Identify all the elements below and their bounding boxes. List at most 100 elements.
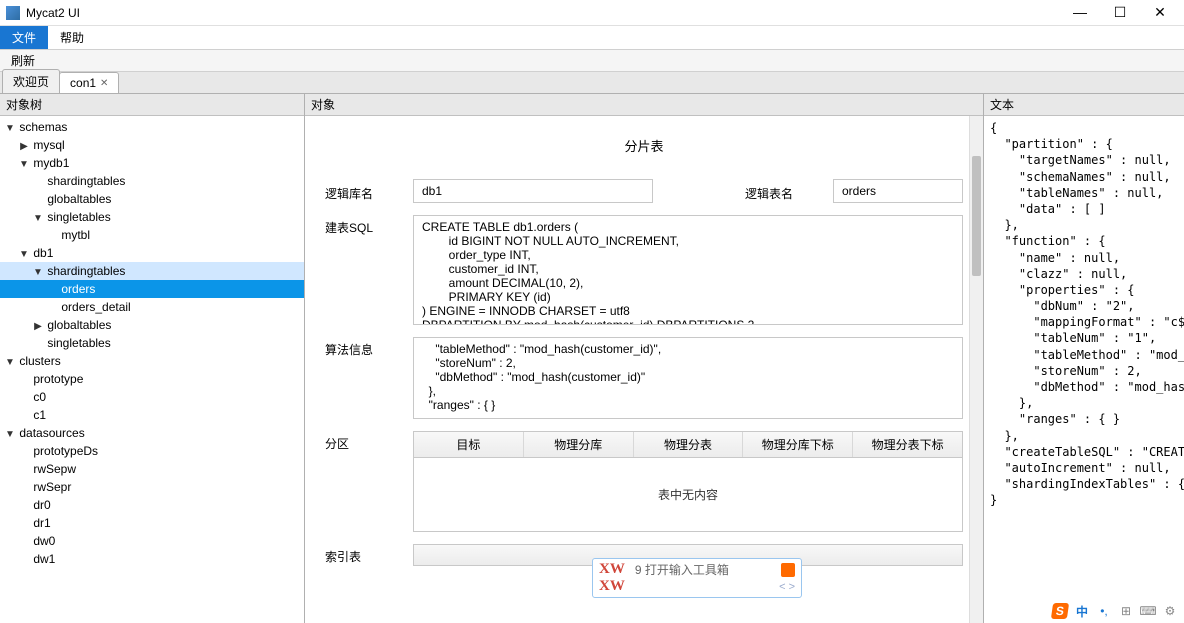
- tree-item-singletables[interactable]: ▼ singletables: [0, 208, 304, 226]
- tree-item-dw1[interactable]: dw1: [0, 550, 304, 568]
- tree-toggle-icon[interactable]: ▼: [4, 357, 16, 368]
- system-tray: S 中 •, ⊞ ⌨ ⚙: [1052, 603, 1178, 619]
- object-panel: 对象 分片表 逻辑库名 逻辑表名 建表SQL: [305, 94, 984, 623]
- tree-item-schemas[interactable]: ▼ schemas: [0, 118, 304, 136]
- th-db: 物理分库: [524, 432, 634, 457]
- th-table: 物理分表: [634, 432, 744, 457]
- tab-label: 欢迎页: [13, 73, 49, 90]
- tree-item-label: shardingtables: [47, 264, 125, 278]
- th-table-idx: 物理分表下标: [853, 432, 962, 457]
- tree-item-dw0[interactable]: dw0: [0, 532, 304, 550]
- tree-toggle-icon[interactable]: ▼: [4, 123, 16, 134]
- tree-item-label: mysql: [33, 138, 64, 152]
- tree-toggle-icon[interactable]: ▶: [18, 141, 30, 152]
- tree-item-rwSepw[interactable]: rwSepw: [0, 460, 304, 478]
- window-title: Mycat2 UI: [26, 6, 1070, 20]
- tree-item-label: orders_detail: [61, 300, 130, 314]
- tree-toggle-icon[interactable]: ▶: [32, 321, 44, 332]
- text-content[interactable]: { "partition" : { "targetNames" : null, …: [984, 116, 1184, 623]
- minimize-button[interactable]: —: [1070, 4, 1090, 21]
- tab-label: con1: [70, 76, 96, 90]
- textarea-create-sql[interactable]: [413, 215, 963, 325]
- ime-popup: XW 9 打开输入工具箱 XW < >: [592, 558, 802, 598]
- label-create-sql: 建表SQL: [325, 215, 395, 236]
- tree-item-prototype[interactable]: prototype: [0, 370, 304, 388]
- tab-welcome[interactable]: 欢迎页: [2, 69, 60, 93]
- maximize-button[interactable]: ☐: [1110, 4, 1130, 21]
- window-titlebar: Mycat2 UI — ☐ ✕: [0, 0, 1184, 26]
- scroll-thumb[interactable]: [972, 156, 981, 276]
- menu-help[interactable]: 帮助: [48, 26, 96, 49]
- tree-item-label: dr0: [33, 498, 50, 512]
- tree-panel-header: 对象树: [0, 94, 304, 116]
- tree-item-datasources[interactable]: ▼ datasources: [0, 424, 304, 442]
- tray-keyboard-icon[interactable]: ⌨: [1140, 603, 1156, 619]
- ime-hint: 9 打开输入工具箱: [635, 561, 729, 578]
- tree-item-shardingtables[interactable]: ▼ shardingtables: [0, 262, 304, 280]
- ime-nav[interactable]: < >: [779, 581, 795, 593]
- partition-table-empty: 表中无内容: [413, 458, 963, 532]
- tree-item-label: c1: [33, 408, 46, 422]
- tree-item-globaltables[interactable]: globaltables: [0, 190, 304, 208]
- ime-zhong-icon[interactable]: 中: [1074, 603, 1090, 619]
- tray-dots-icon[interactable]: •,: [1096, 603, 1112, 619]
- tree-toggle-icon[interactable]: ▼: [4, 429, 16, 440]
- tree-toggle-icon[interactable]: ▼: [32, 267, 44, 278]
- tree-item-label: schemas: [19, 120, 67, 134]
- label-index-table: 索引表: [325, 544, 395, 565]
- close-button[interactable]: ✕: [1150, 4, 1170, 21]
- tabbar: 欢迎页 con1 ✕: [0, 72, 1184, 94]
- tree-item-label: c0: [33, 390, 46, 404]
- tree-item-c0[interactable]: c0: [0, 388, 304, 406]
- tree-item-mysql[interactable]: ▶ mysql: [0, 136, 304, 154]
- input-table[interactable]: [833, 179, 963, 203]
- tree-item-db1[interactable]: ▼ db1: [0, 244, 304, 262]
- tree-item-mydb1[interactable]: ▼ mydb1: [0, 154, 304, 172]
- tree-item-label: singletables: [47, 336, 110, 350]
- tree-item-label: dw0: [33, 534, 55, 548]
- label-schema: 逻辑库名: [325, 181, 395, 202]
- tree-item-clusters[interactable]: ▼ clusters: [0, 352, 304, 370]
- tree-item-label: dw1: [33, 552, 55, 566]
- tree-item-label: prototype: [33, 372, 83, 386]
- input-schema[interactable]: [413, 179, 653, 203]
- center-scrollbar[interactable]: [969, 116, 983, 623]
- tree-item-orders[interactable]: orders: [0, 280, 304, 298]
- form-title: 分片表: [305, 116, 983, 173]
- ime-logo-icon: [781, 563, 795, 577]
- tree-toggle-icon[interactable]: ▼: [18, 249, 30, 260]
- tree-item-globaltables[interactable]: ▶ globaltables: [0, 316, 304, 334]
- textarea-algo[interactable]: [413, 337, 963, 419]
- tree-item-label: globaltables: [47, 192, 111, 206]
- toolbar: 刷新: [0, 50, 1184, 72]
- tree-item-label: shardingtables: [47, 174, 125, 188]
- object-tree[interactable]: ▼ schemas▶ mysql▼ mydb1 shardingtables g…: [0, 116, 304, 623]
- tree-toggle-icon[interactable]: ▼: [18, 159, 30, 170]
- ime-candidate[interactable]: XW: [599, 578, 625, 595]
- tree-item-dr0[interactable]: dr0: [0, 496, 304, 514]
- tree-item-label: clusters: [19, 354, 60, 368]
- tree-item-label: mydb1: [33, 156, 69, 170]
- tree-item-shardingtables[interactable]: shardingtables: [0, 172, 304, 190]
- tree-item-mytbl[interactable]: mytbl: [0, 226, 304, 244]
- tree-item-singletables[interactable]: singletables: [0, 334, 304, 352]
- tray-settings-icon[interactable]: ⚙: [1162, 603, 1178, 619]
- sogou-icon[interactable]: S: [1051, 603, 1069, 619]
- tree-item-prototypeDs[interactable]: prototypeDs: [0, 442, 304, 460]
- tree-toggle-icon[interactable]: ▼: [32, 213, 44, 224]
- app-icon: [6, 6, 20, 20]
- th-db-idx: 物理分库下标: [743, 432, 853, 457]
- tree-item-label: rwSepw: [33, 462, 76, 476]
- tree-item-orders_detail[interactable]: orders_detail: [0, 298, 304, 316]
- menubar: 文件 帮助: [0, 26, 1184, 50]
- tree-item-label: singletables: [47, 210, 110, 224]
- menu-file[interactable]: 文件: [0, 26, 48, 49]
- tab-close-icon[interactable]: ✕: [100, 78, 108, 89]
- tray-grid-icon[interactable]: ⊞: [1118, 603, 1134, 619]
- tree-item-dr1[interactable]: dr1: [0, 514, 304, 532]
- tab-con1[interactable]: con1 ✕: [59, 72, 119, 93]
- tree-item-rwSepr[interactable]: rwSepr: [0, 478, 304, 496]
- label-partition: 分区: [325, 431, 395, 452]
- text-panel: 文本 { "partition" : { "targetNames" : nul…: [984, 94, 1184, 623]
- tree-item-c1[interactable]: c1: [0, 406, 304, 424]
